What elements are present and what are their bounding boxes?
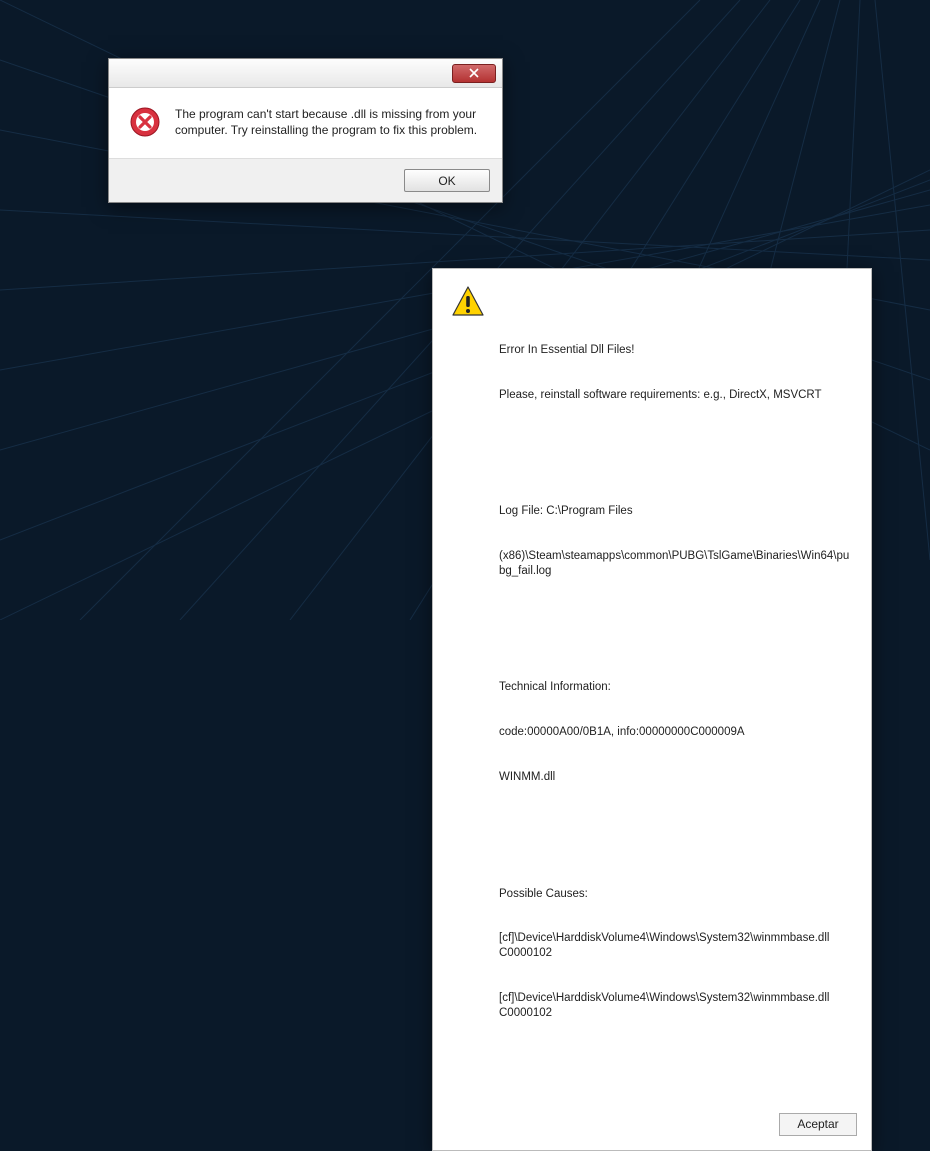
error-icon bbox=[129, 106, 161, 138]
dialog-body: The program can't start because .dll is … bbox=[109, 88, 502, 159]
cause-1: [cf]\Device\HarddiskVolume4\Windows\Syst… bbox=[499, 931, 853, 961]
error-message: The program can't start because .dll is … bbox=[175, 106, 482, 138]
cause-2: [cf]\Device\HarddiskVolume4\Windows\Syst… bbox=[499, 991, 853, 1021]
causes-label: Possible Causes: bbox=[499, 887, 853, 902]
accept-button[interactable]: Aceptar bbox=[779, 1113, 857, 1136]
warning-icon bbox=[451, 285, 485, 319]
tech-info-label: Technical Information: bbox=[499, 680, 853, 695]
error-subtitle: Please, reinstall software requirements:… bbox=[499, 388, 853, 403]
tech-info-dll: WINMM.dll bbox=[499, 770, 853, 785]
log-file-path: (x86)\Steam\steamapps\common\PUBG\TslGam… bbox=[499, 549, 853, 579]
close-button[interactable] bbox=[452, 64, 496, 83]
dll-missing-dialog: The program can't start because .dll is … bbox=[108, 58, 503, 203]
error-details: Error In Essential Dll Files! Please, re… bbox=[499, 283, 853, 1093]
dialog-footer: Aceptar bbox=[433, 1105, 871, 1150]
close-icon bbox=[469, 68, 479, 78]
log-file-label: Log File: C:\Program Files bbox=[499, 504, 853, 519]
dialog-body: Error In Essential Dll Files! Please, re… bbox=[433, 269, 871, 1105]
dialog-footer: OK bbox=[109, 159, 502, 202]
dialog-titlebar bbox=[109, 59, 502, 88]
ok-button[interactable]: OK bbox=[404, 169, 490, 192]
error-title: Error In Essential Dll Files! bbox=[499, 343, 853, 358]
tech-info-code: code:00000A00/0B1A, info:00000000C000009… bbox=[499, 725, 853, 740]
essential-dll-error-dialog: Error In Essential Dll Files! Please, re… bbox=[432, 268, 872, 1151]
